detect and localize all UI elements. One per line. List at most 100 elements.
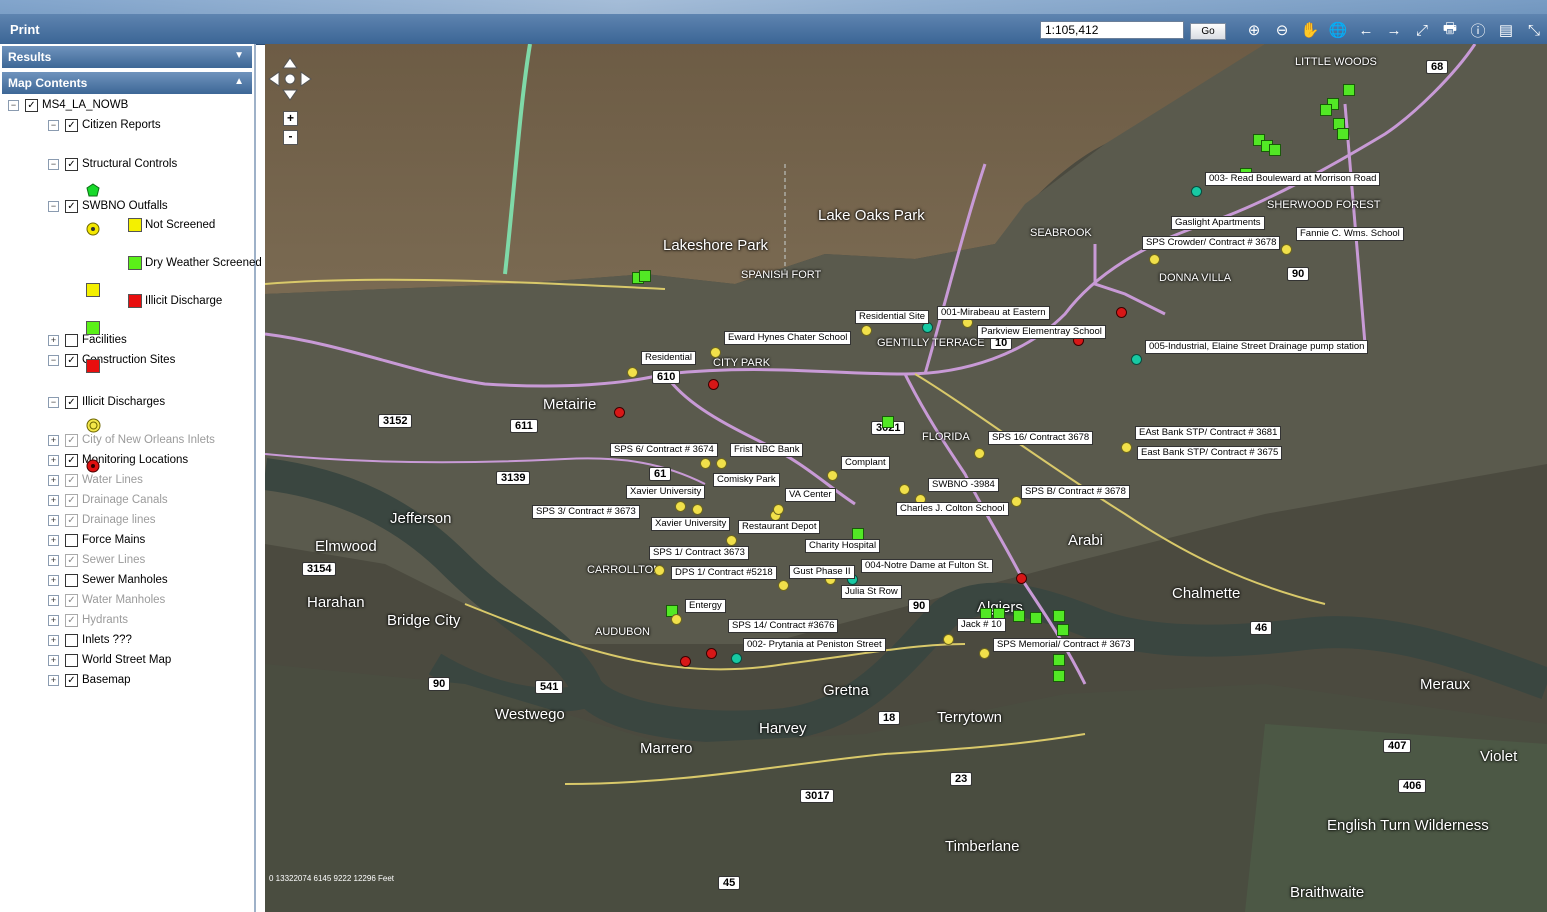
outfall-marker[interactable]: [1057, 624, 1069, 636]
full-extent-globe-icon[interactable]: 🌐: [1327, 19, 1349, 41]
construction-site-marker[interactable]: [773, 504, 784, 515]
feature-label[interactable]: Jack # 10: [957, 618, 1006, 632]
feature-label[interactable]: DPS 1/ Contract #5218: [671, 566, 777, 580]
layer-label[interactable]: Dry Weather Screened: [145, 257, 262, 269]
construction-site-marker[interactable]: [700, 458, 711, 469]
construction-site-marker[interactable]: [861, 325, 872, 336]
feature-label[interactable]: Residential: [641, 351, 696, 365]
layer-label[interactable]: Illicit Discharges: [82, 396, 165, 408]
construction-site-marker[interactable]: [671, 614, 682, 625]
construction-site-marker[interactable]: [827, 470, 838, 481]
layer-label[interactable]: Drainage Canals: [82, 494, 168, 506]
construction-site-marker[interactable]: [716, 458, 727, 469]
layer-expander[interactable]: −: [8, 99, 19, 111]
layer-checkbox[interactable]: ✓: [65, 673, 78, 687]
layer-checkbox[interactable]: [65, 573, 78, 587]
layer-checkbox[interactable]: ✓: [65, 395, 78, 409]
go-button[interactable]: Go: [1190, 23, 1226, 40]
outfall-marker[interactable]: [1053, 670, 1065, 682]
layer-expander[interactable]: +: [48, 494, 59, 506]
layer-checkbox[interactable]: ✓: [65, 433, 78, 447]
layer-label[interactable]: City of New Orleans Inlets: [82, 434, 215, 446]
feature-label[interactable]: East Bank STP/ Contract # 3675: [1137, 446, 1283, 460]
monitoring-marker[interactable]: [731, 653, 742, 664]
layer-label[interactable]: SWBNO Outfalls: [82, 200, 168, 212]
feature-label[interactable]: 001-Mirabeau at Eastern: [937, 306, 1050, 320]
citizen-report-marker[interactable]: [639, 270, 651, 282]
construction-site-marker[interactable]: [943, 634, 954, 645]
outfall-marker[interactable]: [1053, 610, 1065, 622]
layer-checkbox[interactable]: ✓: [65, 593, 78, 607]
feature-label[interactable]: VA Center: [785, 488, 836, 502]
feature-label[interactable]: SPS 16/ Contract 3678: [988, 431, 1094, 445]
construction-site-marker[interactable]: [710, 347, 721, 358]
feature-label[interactable]: 005-Industrial, Elaine Street Drainage p…: [1145, 340, 1369, 354]
layer-expander[interactable]: −: [48, 354, 59, 366]
measure-icon[interactable]: ▤: [1495, 19, 1517, 41]
layer-checkbox[interactable]: ✓: [65, 199, 78, 213]
layer-label[interactable]: Inlets ???: [82, 634, 132, 646]
illicit-discharge-marker[interactable]: [1116, 307, 1127, 318]
layer-checkbox[interactable]: ✓: [65, 353, 78, 367]
feature-label[interactable]: Residential Site: [855, 310, 930, 324]
scale-input[interactable]: [1040, 21, 1184, 39]
layer-label[interactable]: Drainage lines: [82, 514, 156, 526]
layer-label[interactable]: Sewer Manholes: [82, 574, 168, 586]
layer-checkbox[interactable]: ✓: [65, 453, 78, 467]
feature-label[interactable]: Entergy: [685, 599, 726, 613]
feature-label[interactable]: SWBNO -3984: [928, 478, 999, 492]
layer-label[interactable]: Illicit Discharge: [145, 295, 222, 307]
chevron-up-icon[interactable]: ▲: [234, 76, 244, 87]
layer-label[interactable]: Not Screened: [145, 219, 215, 231]
xy-coordinate-icon[interactable]: ⤢: [1411, 19, 1433, 41]
feature-label[interactable]: Eward Hynes Chater School: [724, 331, 852, 345]
feature-label[interactable]: SPS 3/ Contract # 3673: [532, 505, 640, 519]
feature-label[interactable]: Charity Hospital: [805, 539, 881, 553]
layer-checkbox[interactable]: ✓: [65, 513, 78, 527]
feature-label[interactable]: SPS 1/ Contract 3673: [649, 546, 749, 560]
layer-label[interactable]: Force Mains: [82, 534, 145, 546]
outfall-marker[interactable]: [1343, 84, 1355, 96]
layer-label[interactable]: Hydrants: [82, 614, 128, 626]
layer-checkbox[interactable]: ✓: [65, 118, 78, 132]
layer-expander[interactable]: +: [48, 554, 59, 566]
feature-label[interactable]: Fannie C. Wms. School: [1296, 227, 1404, 241]
illicit-discharge-marker[interactable]: [614, 407, 625, 418]
layer-expander[interactable]: +: [48, 514, 59, 526]
layer-expander[interactable]: −: [48, 158, 59, 170]
chevron-down-icon[interactable]: ▼: [234, 50, 244, 61]
print-icon[interactable]: 🖶: [1439, 19, 1461, 41]
construction-site-marker[interactable]: [726, 535, 737, 546]
outfall-marker[interactable]: [1053, 654, 1065, 666]
pan-arrows-icon[interactable]: [267, 56, 313, 102]
feature-label[interactable]: SPS 14/ Contract #3676: [728, 619, 839, 633]
layer-expander[interactable]: +: [48, 454, 59, 466]
layer-label[interactable]: Water Lines: [82, 474, 143, 486]
zoom-in-icon[interactable]: ⊕: [1243, 19, 1265, 41]
feature-label[interactable]: Xavier University: [651, 517, 731, 531]
layer-checkbox[interactable]: ✓: [65, 157, 78, 171]
pan-hand-icon[interactable]: ✋: [1299, 19, 1321, 41]
layer-label[interactable]: MS4_LA_NOWB: [42, 99, 128, 111]
layer-checkbox[interactable]: ✓: [25, 98, 38, 112]
feature-label[interactable]: Charles J. Colton School: [896, 502, 1009, 516]
layer-label[interactable]: Structural Controls: [82, 158, 177, 170]
construction-site-marker[interactable]: [974, 448, 985, 459]
feature-label[interactable]: SPS B/ Contract # 3678: [1021, 485, 1130, 499]
layer-checkbox[interactable]: [65, 653, 78, 667]
citizen-report-marker[interactable]: [882, 416, 894, 428]
illicit-discharge-marker[interactable]: [708, 379, 719, 390]
illicit-discharge-marker[interactable]: [706, 648, 717, 659]
monitoring-marker[interactable]: [1191, 186, 1202, 197]
construction-site-marker[interactable]: [899, 484, 910, 495]
feature-label[interactable]: Gust Phase II: [789, 565, 855, 579]
zoom-in-button[interactable]: +: [283, 111, 298, 126]
layer-expander[interactable]: +: [48, 594, 59, 606]
monitoring-marker[interactable]: [1131, 354, 1142, 365]
layer-label[interactable]: World Street Map: [82, 654, 171, 666]
expand-icon[interactable]: ⤡: [1523, 19, 1545, 41]
layer-checkbox[interactable]: ✓: [65, 473, 78, 487]
layer-checkbox[interactable]: ✓: [65, 493, 78, 507]
layer-checkbox[interactable]: [65, 533, 78, 547]
layer-label[interactable]: Basemap: [82, 674, 131, 686]
